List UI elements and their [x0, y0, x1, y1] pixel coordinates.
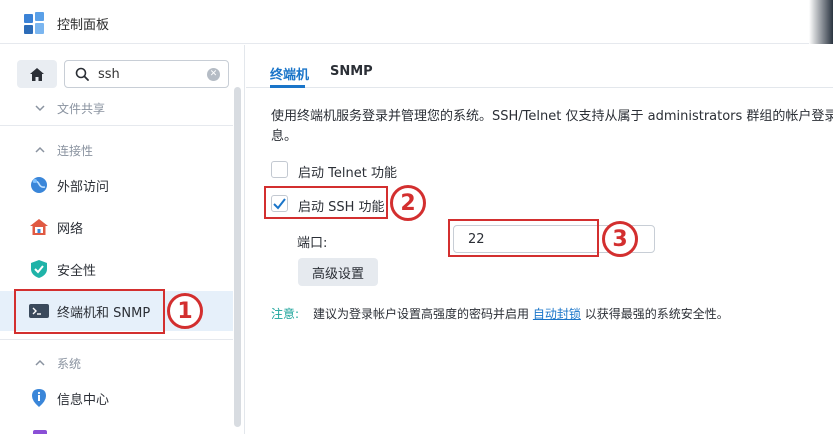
- globe-icon: [31, 177, 47, 193]
- title-bar: 控制面板: [0, 0, 833, 44]
- section-connectivity[interactable]: 连接性: [0, 135, 233, 165]
- annotation-number-1: 1: [167, 293, 203, 329]
- search-icon: [75, 67, 89, 81]
- shield-check-icon: [31, 260, 47, 278]
- security-note: 注意: 建议为登录帐户设置高强度的密码并启用 自动封锁 以获得最强的系统安全性。: [271, 305, 729, 322]
- sidebar-scroll-thumb[interactable]: [234, 87, 241, 427]
- annotation-number-3: 3: [602, 221, 638, 257]
- info-pin-icon: [32, 389, 46, 407]
- description-line-1: 使用终端机服务登录并管理您的系统。SSH/Telnet 仅支持从属于 admin…: [271, 109, 833, 124]
- sidebar-item-security[interactable]: 安全性: [0, 249, 233, 289]
- telnet-label: 启动 Telnet 功能: [298, 166, 397, 181]
- tab-bar: 终端机 SNMP: [246, 45, 833, 88]
- annotation-box-2: [264, 186, 388, 219]
- home-icon: [30, 67, 44, 81]
- chevron-up-icon: [35, 146, 45, 153]
- note-title: 注意:: [271, 307, 300, 321]
- section-divider: [0, 125, 233, 126]
- tab-terminal[interactable]: 终端机: [270, 64, 309, 83]
- search-input[interactable]: [98, 65, 198, 84]
- sidebar-item-info-center[interactable]: 信息中心: [0, 378, 233, 418]
- search-box[interactable]: ✕: [64, 60, 229, 88]
- section-divider: [0, 339, 233, 340]
- section-file-sharing[interactable]: 文件共享: [0, 93, 233, 123]
- chevron-down-icon: [35, 105, 45, 112]
- sidebar-item-label: 外部访问: [57, 180, 110, 195]
- desktop-background-edge: [809, 0, 833, 44]
- sidebar: ✕ 文件共享 连接性 外部访问: [0, 45, 245, 434]
- section-label: 系统: [57, 357, 82, 371]
- note-text-after: 以获得最强的系统安全性。: [584, 307, 729, 321]
- control-panel-window: 控制面板 ✕ 文件共享 连接性: [0, 0, 833, 434]
- annotation-number-2: 2: [390, 185, 426, 221]
- clear-search-icon[interactable]: ✕: [207, 68, 220, 81]
- home-button[interactable]: [17, 60, 57, 88]
- tab-snmp[interactable]: SNMP: [330, 64, 373, 79]
- description-line-2: 息。: [271, 129, 298, 144]
- house-network-icon: [30, 219, 48, 235]
- window-title: 控制面板: [57, 18, 110, 33]
- active-tab-indicator: [270, 85, 305, 88]
- sidebar-scrollbar[interactable]: [234, 45, 242, 434]
- section-system[interactable]: 系统: [0, 348, 233, 378]
- note-text-before: 建议为登录帐户设置高强度的密码并启用: [313, 307, 530, 321]
- advanced-settings-button[interactable]: 高级设置: [298, 258, 378, 286]
- control-panel-app-icon: [24, 12, 44, 34]
- section-label: 连接性: [57, 144, 94, 158]
- annotation-box-1: [14, 289, 165, 334]
- sidebar-item-network[interactable]: 网络: [0, 207, 233, 247]
- sidebar-item-label: 网络: [57, 222, 84, 237]
- auto-block-link[interactable]: 自动封锁: [533, 307, 581, 321]
- terminal-description: 使用终端机服务登录并管理您的系统。SSH/Telnet 仅支持从属于 admin…: [271, 107, 833, 147]
- sidebar-item-label: 安全性: [57, 264, 97, 279]
- telnet-checkbox[interactable]: [271, 161, 288, 178]
- section-label: 文件共享: [57, 102, 106, 116]
- chevron-up-icon: [35, 359, 45, 366]
- annotation-box-3: [448, 219, 599, 257]
- sidebar-item-external-access[interactable]: 外部访问: [0, 165, 233, 205]
- telnet-option[interactable]: 启动 Telnet 功能: [271, 160, 411, 181]
- sidebar-item-partial-icon: [33, 430, 47, 434]
- sidebar-item-label: 信息中心: [57, 393, 110, 408]
- port-label: 端口:: [297, 236, 328, 251]
